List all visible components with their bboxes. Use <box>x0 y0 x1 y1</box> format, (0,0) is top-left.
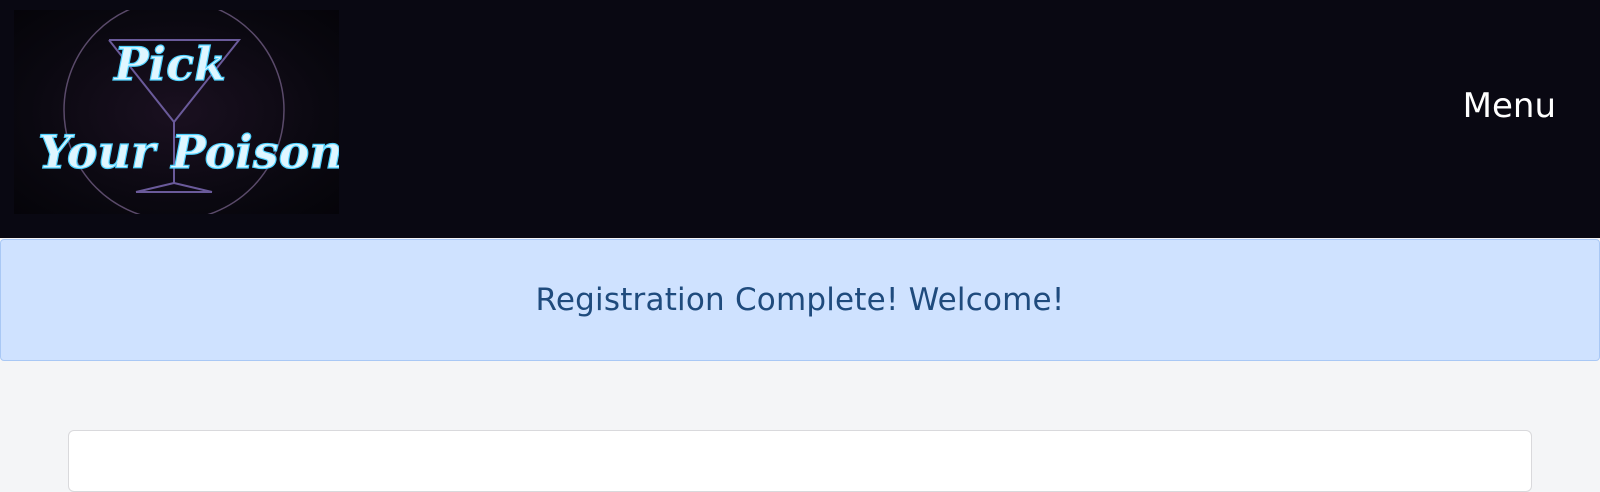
content-card <box>68 430 1532 492</box>
logo-text-line2: Your Poison <box>38 125 339 179</box>
site-logo[interactable]: Pick Your Poison <box>14 10 339 214</box>
menu-link[interactable]: Menu <box>1463 84 1556 128</box>
logo-text-line1: Pick <box>112 37 226 91</box>
neon-logo-graphic: Pick Your Poison <box>37 10 339 214</box>
alert-message: Registration Complete! Welcome! <box>535 282 1065 318</box>
navbar: Pick Your Poison Menu <box>0 0 1600 238</box>
success-alert: Registration Complete! Welcome! <box>0 239 1600 361</box>
